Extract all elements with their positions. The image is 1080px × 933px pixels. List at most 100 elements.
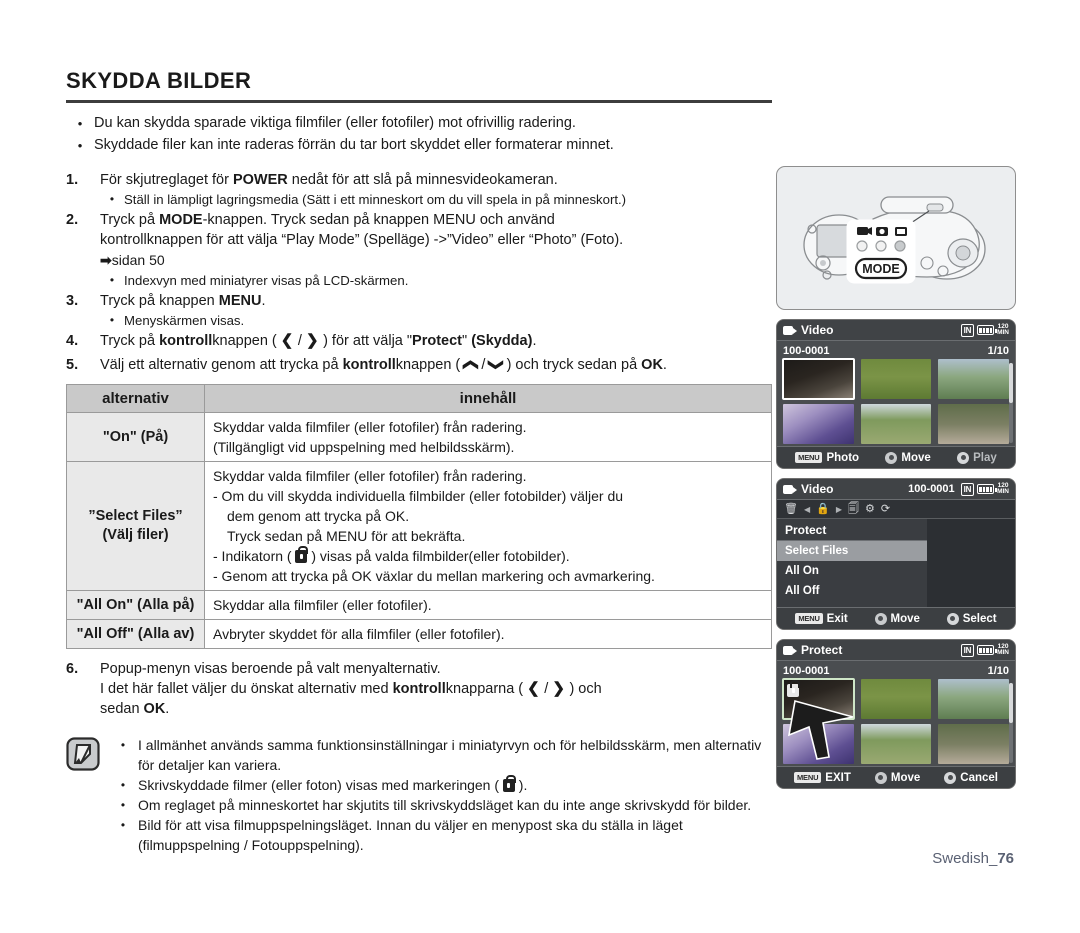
thumbnail-item[interactable] bbox=[783, 404, 854, 444]
description-line: Skyddar valda filmfiler (eller fotofiler… bbox=[213, 468, 527, 484]
thumbnail-item[interactable] bbox=[938, 404, 1009, 444]
select-button[interactable]: Select bbox=[946, 612, 997, 625]
remaining-unit: MIN bbox=[997, 649, 1009, 656]
trash-icon[interactable]: 🗑 bbox=[784, 503, 798, 515]
menu-item-select-files[interactable]: Select Files bbox=[777, 541, 927, 561]
settings-icon[interactable]: ⚙ bbox=[865, 503, 875, 515]
step-bold-mode: MODE bbox=[159, 212, 203, 228]
step-body: Tryck på knappen MENU. • Menyskärmen vis… bbox=[100, 291, 772, 330]
footer-page-number: 76 bbox=[997, 850, 1014, 867]
step-number: 6. bbox=[66, 661, 79, 677]
sub-bullet: • Ställ in lämpligt lagringsmedia (Sätt … bbox=[100, 190, 772, 209]
option-label-sv: (Alla av) bbox=[137, 625, 195, 642]
description-line: Tryck sedan på MENU för att bekräfta. bbox=[227, 528, 466, 544]
description-line: Skyddar alla filmfiler (eller fotofiler)… bbox=[213, 597, 432, 613]
menu-item-all-off[interactable]: All Off bbox=[777, 581, 927, 601]
option-name-all-off: "All Off" (Alla av) bbox=[66, 619, 205, 649]
thumbnail-item[interactable] bbox=[938, 724, 1009, 764]
file-number: 100-0001 bbox=[908, 483, 955, 495]
remaining-unit: MIN bbox=[997, 488, 1009, 495]
lock-icon[interactable]: 🔒 bbox=[816, 503, 830, 515]
remaining-time-icon: 120 MIN bbox=[997, 323, 1009, 336]
thumbnail-grid bbox=[782, 358, 1009, 444]
play-button[interactable]: Play bbox=[957, 451, 997, 464]
arrow-up-icon: ❮ bbox=[462, 358, 480, 372]
step-text: sedan bbox=[100, 701, 144, 717]
step-body: För skjutreglaget för POWER nedåt för at… bbox=[100, 170, 772, 209]
cancel-button[interactable]: Cancel bbox=[944, 771, 998, 784]
copy-icon[interactable]: 🗐 bbox=[848, 503, 859, 515]
table-row: "All Off" (Alla av) Avbryter skyddet för… bbox=[66, 619, 772, 649]
thumbnail-header: 100-0001 1/10 bbox=[783, 665, 1009, 677]
menu-exit-button[interactable]: MENU EXIT bbox=[794, 772, 851, 784]
step-number: 1. bbox=[66, 172, 79, 188]
content-column: SKYDDA BILDER • Du kan skydda sparade vi… bbox=[66, 68, 772, 855]
option-label: "All On" bbox=[76, 596, 134, 613]
step-bold-power: POWER bbox=[232, 172, 288, 188]
arrow-right-icon: ➡ bbox=[100, 252, 112, 268]
thumbnail-item[interactable] bbox=[860, 404, 932, 444]
table-header-row: alternativ innehåll bbox=[66, 384, 772, 413]
thumbnail-item[interactable] bbox=[782, 358, 855, 400]
battery-icon bbox=[977, 325, 997, 335]
move-label: Move bbox=[890, 612, 920, 625]
option-label-sv: (Välj filer) bbox=[102, 527, 169, 543]
video-camera-icon bbox=[783, 644, 797, 656]
page-counter: 1/10 bbox=[987, 665, 1009, 677]
scrollbar[interactable] bbox=[1009, 683, 1013, 763]
move-label: Move bbox=[901, 451, 931, 464]
move-button[interactable]: Move bbox=[874, 771, 920, 784]
step-body: Popup-menyn visas beroende på valt menya… bbox=[100, 659, 772, 719]
step-text: . bbox=[165, 701, 170, 717]
menu-tab-icons: 🗑 ◀ 🔒 ▶ 🗐 ⚙ ⟳ bbox=[777, 500, 1015, 519]
lcd-bottom-bar: MENU EXIT Move Cancel bbox=[777, 766, 1015, 788]
option-description: Skyddar valda filmfiler (eller fotofiler… bbox=[204, 412, 772, 462]
dpad-icon bbox=[885, 451, 898, 464]
lcd-screen-protect-index: Protect IN 120 MIN 100-0001 1/10 MENU EX… bbox=[776, 639, 1016, 789]
note-text: I allmänhet används samma funktionsinstä… bbox=[138, 737, 762, 773]
sub-bullet: • Indexvyn med miniatyrer visas på LCD-s… bbox=[100, 271, 772, 290]
thumbnail-item[interactable] bbox=[938, 679, 1009, 719]
lcd-title: Video bbox=[801, 323, 834, 337]
option-description: Avbryter skyddet för alla filmfiler (ell… bbox=[204, 619, 772, 649]
step-text: ) för att välja " bbox=[319, 333, 413, 349]
scrollbar[interactable] bbox=[1009, 363, 1013, 443]
step-text: Tryck på knappen bbox=[100, 293, 219, 309]
step-2: 2. Tryck på MODE-knappen. Tryck sedan på… bbox=[66, 210, 772, 290]
manual-page: SKYDDA BILDER • Du kan skydda sparade vi… bbox=[0, 0, 1080, 933]
menu-exit-button[interactable]: MENU Exit bbox=[795, 613, 848, 625]
thumbnail-item[interactable] bbox=[938, 359, 1009, 399]
move-button[interactable]: Move bbox=[885, 451, 931, 464]
list-item: • Om reglaget på minneskortet har skjuti… bbox=[108, 795, 772, 815]
internal-memory-icon: IN bbox=[960, 323, 975, 337]
share-icon[interactable]: ⟳ bbox=[881, 503, 890, 515]
step-bold-skydda: (Skydda) bbox=[471, 333, 533, 349]
option-name-all-on: "All On" (Alla på) bbox=[66, 590, 205, 620]
step-text: nedåt för att slå på minnesvideokameran. bbox=[287, 172, 558, 188]
step-bold-ok: OK bbox=[143, 701, 166, 717]
note-text: Om reglaget på minneskortet har skjutits… bbox=[138, 797, 752, 813]
video-camera-icon bbox=[783, 483, 797, 495]
column-header-innehall: innehåll bbox=[204, 384, 772, 413]
list-item: • I allmänhet används samma funktionsins… bbox=[108, 735, 772, 775]
step-text: Välj ett alternativ genom att trycka på bbox=[100, 357, 343, 373]
menu-photo-button[interactable]: MENU Photo bbox=[795, 452, 859, 464]
arrow-left-icon[interactable]: ◀ bbox=[804, 505, 810, 514]
step-body: Tryck på kontrollknappen ( ❮ / ❯ ) för a… bbox=[100, 331, 772, 351]
move-button[interactable]: Move bbox=[874, 612, 920, 625]
status-icons: IN 120 MIN bbox=[960, 323, 1009, 337]
description-line: Avbryter skyddet för alla filmfiler (ell… bbox=[213, 626, 505, 642]
step-text-line2: I det här fallet väljer du önskat altern… bbox=[100, 679, 772, 699]
column-header-alternativ: alternativ bbox=[66, 384, 205, 413]
thumbnail-item[interactable] bbox=[860, 359, 932, 399]
step-text: . bbox=[662, 357, 667, 373]
list-item: • Bild för att visa filmuppspelningsläge… bbox=[108, 815, 772, 855]
arrow-right-icon[interactable]: ▶ bbox=[836, 505, 842, 514]
menu-item-all-on[interactable]: All On bbox=[777, 561, 927, 581]
table-row: ”Select Files” (Välj filer) Skyddar vald… bbox=[66, 461, 772, 591]
sub-bullet-text: Ställ in lämpligt lagringsmedia (Sätt i … bbox=[124, 192, 627, 207]
internal-memory-icon: IN bbox=[960, 482, 975, 496]
step-4: 4. Tryck på kontrollknappen ( ❮ / ❯ ) fö… bbox=[66, 331, 772, 351]
intro-bullet-text: Du kan skydda sparade viktiga filmfiler … bbox=[94, 115, 576, 131]
step-text: knappen ( bbox=[212, 333, 281, 349]
